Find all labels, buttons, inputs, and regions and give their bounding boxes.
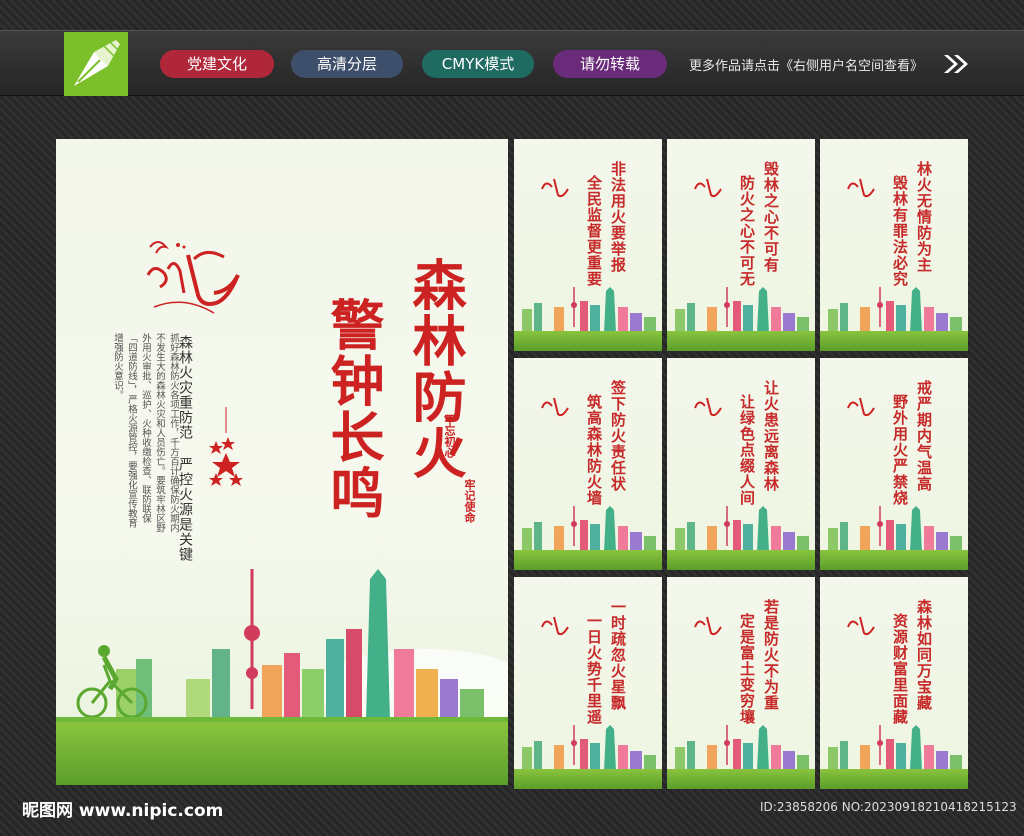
city-skyline-illustration bbox=[522, 287, 656, 333]
small-poster: 签下防火责任状 筑高森林防火墙 bbox=[514, 358, 662, 570]
main-title-line2: 警钟长鸣 bbox=[321, 297, 385, 521]
image-id: ID:23858206 NO:20230918210418215123 bbox=[760, 800, 1017, 814]
china-dream-logo-icon bbox=[694, 397, 722, 417]
city-skyline-illustration bbox=[522, 725, 656, 771]
grass-field bbox=[514, 550, 662, 570]
poster-slogan-line2: 防火之心不可无 bbox=[738, 175, 756, 287]
tag-no-repost: 请勿转载 bbox=[553, 50, 667, 78]
poster-slogan-line1: 林火无情防为主 bbox=[915, 161, 933, 273]
tag-cmyk: CMYK模式 bbox=[422, 50, 534, 78]
china-dream-logo-icon bbox=[541, 616, 569, 636]
city-skyline-illustration bbox=[675, 725, 809, 771]
more-works-link[interactable]: 更多作品请点击《右侧用户名空间查看》 bbox=[689, 55, 923, 74]
stars-icon bbox=[209, 407, 243, 486]
small-poster: 非法用火要举报 全民监督更重要 bbox=[514, 139, 662, 351]
main-poster: 森林防火 警钟长鸣 森林火灾重防范 严控火源是关键 抓好森林防火各项工作，千方百… bbox=[56, 139, 508, 785]
city-skyline-illustration bbox=[675, 506, 809, 552]
side-slogan-1: 不忘初心 bbox=[443, 414, 456, 458]
poster-slogan-line1: 签下防火责任状 bbox=[609, 380, 627, 492]
china-dream-logo-icon bbox=[847, 397, 875, 417]
city-skyline-illustration bbox=[675, 287, 809, 333]
main-title-line1: 森林防火 bbox=[403, 257, 467, 481]
poster-slogan-line2: 资源财富里面藏 bbox=[891, 613, 909, 725]
side-slogan-2: 牢记使命 bbox=[463, 479, 476, 523]
poster-slogan-line2: 毁林有罪法必究 bbox=[891, 175, 909, 287]
poster-slogan-line1: 若是防火不为重 bbox=[762, 599, 780, 711]
poster-slogan-line2: 让绿色点缀人间 bbox=[738, 394, 756, 506]
poster-slogan-line1: 森林如同万宝藏 bbox=[915, 599, 933, 711]
city-skyline-illustration bbox=[828, 287, 962, 333]
grass-field bbox=[667, 550, 815, 570]
grass-field bbox=[820, 550, 968, 570]
poster-slogan-line1: 一时疏忽火星飘 bbox=[609, 599, 627, 711]
small-poster: 森林如同万宝藏 资源财富里面藏 bbox=[820, 577, 968, 789]
china-dream-logo-icon bbox=[847, 178, 875, 198]
city-skyline-illustration bbox=[56, 569, 508, 729]
grass-field bbox=[667, 331, 815, 351]
small-poster: 戒严期内气温高 野外用火严禁烧 bbox=[820, 358, 968, 570]
small-poster: 毁林之心不可有 防火之心不可无 bbox=[667, 139, 815, 351]
small-poster: 一时疏忽火星飘 一日火势千里遥 bbox=[514, 577, 662, 789]
poster-slogan-line1: 让火患远离森林 bbox=[762, 380, 780, 492]
china-dream-logo-icon bbox=[847, 616, 875, 636]
grass-field bbox=[820, 769, 968, 789]
site-watermark: 昵图网 www.nipic.com bbox=[22, 801, 224, 821]
poster-slogan-line2: 筑高森林防火墙 bbox=[585, 394, 603, 506]
china-dream-logo-icon bbox=[541, 178, 569, 198]
small-poster: 林火无情防为主 毁林有罪法必究 bbox=[820, 139, 968, 351]
small-poster: 让火患远离森林 让绿色点缀人间 bbox=[667, 358, 815, 570]
side-slogan: 不忘初心 bbox=[440, 414, 458, 458]
small-poster: 若是防火不为重 定是富土变穷壤 bbox=[667, 577, 815, 789]
grass-field bbox=[820, 331, 968, 351]
city-skyline-illustration bbox=[522, 506, 656, 552]
china-dream-logo-icon bbox=[694, 616, 722, 636]
poster-slogan-line1: 非法用火要举报 bbox=[609, 161, 627, 273]
grass-field bbox=[514, 331, 662, 351]
main-body-text: 抓好森林防火各项工作，千方百计确保防火期内不发生大的森林火灾和人员伤亡。要筑牢林… bbox=[112, 333, 179, 533]
grass-field bbox=[667, 769, 815, 789]
city-skyline-illustration bbox=[828, 725, 962, 771]
poster-slogan-line2: 定是富土变穷壤 bbox=[738, 613, 756, 725]
poster-slogan-line1: 戒严期内气温高 bbox=[915, 380, 933, 492]
city-skyline-illustration bbox=[828, 506, 962, 552]
tag-hd-layers: 高清分层 bbox=[291, 50, 403, 78]
poster-slogan-line2: 野外用火严禁烧 bbox=[891, 394, 909, 506]
china-dream-logo-icon bbox=[146, 241, 240, 314]
side-slogan-b: 牢记使命 bbox=[460, 479, 478, 523]
grass-field bbox=[514, 769, 662, 789]
poster-slogan-line2: 一日火势千里遥 bbox=[585, 613, 603, 725]
double-chevron-right-icon[interactable] bbox=[942, 53, 970, 75]
grass-field bbox=[56, 722, 508, 785]
china-dream-logo-icon bbox=[694, 178, 722, 198]
poster-slogan-line2: 全民监督更重要 bbox=[585, 175, 603, 287]
pen-nib-icon bbox=[74, 40, 120, 86]
brand-logo bbox=[64, 32, 128, 96]
poster-slogan-line1: 毁林之心不可有 bbox=[762, 161, 780, 273]
tag-party-culture: 党建文化 bbox=[160, 50, 274, 78]
china-dream-logo-icon bbox=[541, 397, 569, 417]
